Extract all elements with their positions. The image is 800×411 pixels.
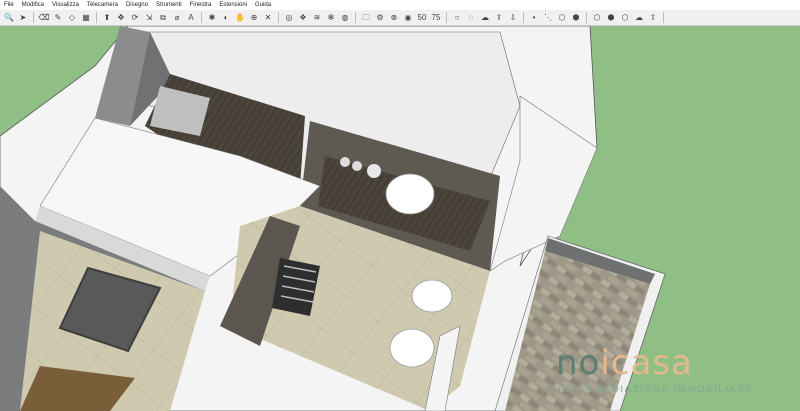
- jar: [340, 157, 350, 167]
- pencil-icon[interactable]: ✎: [53, 12, 64, 23]
- offset-icon[interactable]: ⧉: [158, 12, 169, 23]
- axes-icon[interactable]: ✱: [207, 12, 218, 23]
- toilet: [411, 279, 453, 313]
- text-icon[interactable]: A: [186, 12, 197, 23]
- move-icon[interactable]: ✥: [116, 12, 127, 23]
- cloud-arrow-icon[interactable]: ⇧: [648, 12, 659, 23]
- agency-tagline: INTERMEDIAZIONE IMMOBILIARE: [558, 384, 754, 395]
- line-icon[interactable]: ⋱: [543, 12, 554, 23]
- extension-icon[interactable]: ❖: [298, 12, 309, 23]
- pan-icon[interactable]: ✋: [235, 12, 246, 23]
- menu-guida[interactable]: Guida: [251, 0, 275, 10]
- hexagon-outline-icon[interactable]: ⬡: [592, 12, 603, 23]
- close-icon[interactable]: ⊗: [389, 12, 400, 23]
- toolbar-separator: [586, 12, 587, 23]
- layers-icon[interactable]: ≋: [312, 12, 323, 23]
- toolbar-separator: [523, 12, 524, 23]
- jar: [352, 161, 362, 171]
- cube-icon[interactable]: ⬢: [606, 12, 617, 23]
- cloud-download-icon[interactable]: ⇩: [508, 12, 519, 23]
- toolbar-separator: [446, 12, 447, 23]
- toolbar-separator: [96, 12, 97, 23]
- folder-icon[interactable]: 🗀: [361, 12, 372, 23]
- fifty-icon[interactable]: 50: [417, 12, 428, 23]
- menu-visualizza[interactable]: Visualizza: [48, 0, 83, 10]
- warehouse-icon[interactable]: ◎: [284, 12, 295, 23]
- gear-icon[interactable]: ⚙: [375, 12, 386, 23]
- toolbar-separator: [33, 12, 34, 23]
- toolbar-separator: [663, 12, 664, 23]
- menu-finestra[interactable]: Finestra: [186, 0, 216, 10]
- bidet: [389, 328, 435, 368]
- ring-icon[interactable]: ◌: [466, 12, 477, 23]
- menu-file[interactable]: File: [0, 0, 18, 10]
- hexagon-gear-icon[interactable]: ⬢: [571, 12, 582, 23]
- agency-logo: noicasa: [556, 343, 693, 383]
- main-toolbar: 🔍 ➤ ⌫ ✎ ◇ ▦ ⬆ ✥ ⟳ ⇲ ⧉ ⌀ A ✱ ◐ ✋ ⊕ ✕ ◎ ❖ ≋ ✻ ◍ 🗀 ⚙ ⊗ ◉ 50 75 ○ ◌ ☁ ⇪ ⇩ • ⋱ ⬡ ⬢…: [0, 10, 800, 26]
- dot-icon[interactable]: •: [529, 12, 540, 23]
- zoom-extents-icon[interactable]: ✕: [263, 12, 274, 23]
- zoom-icon[interactable]: ⊕: [249, 12, 260, 23]
- sink: [385, 173, 435, 215]
- push-pull-icon[interactable]: ⬆: [102, 12, 113, 23]
- menu-estensioni[interactable]: Estensioni: [215, 0, 251, 10]
- 3d-viewport[interactable]: noicasa INTERMEDIAZIONE IMMOBILIARE: [0, 26, 800, 411]
- toolbar-separator: [278, 12, 279, 23]
- menu-telecamera[interactable]: Telecamera: [83, 0, 122, 10]
- profile-icon[interactable]: ◉: [403, 12, 414, 23]
- components-icon[interactable]: ◍: [340, 12, 351, 23]
- toolbar-separator: [201, 12, 202, 23]
- scale-icon[interactable]: ⇲: [144, 12, 155, 23]
- agency-watermark: noicasa INTERMEDIAZIONE IMMOBILIARE: [556, 344, 786, 400]
- menu-strumenti[interactable]: Strumenti: [152, 0, 186, 10]
- hexagon-icon[interactable]: ⬡: [557, 12, 568, 23]
- shape-icon[interactable]: ◇: [67, 12, 78, 23]
- cloud-upload-icon[interactable]: ⇪: [494, 12, 505, 23]
- circle-outline-icon[interactable]: ○: [452, 12, 463, 23]
- style-icon[interactable]: ✻: [326, 12, 337, 23]
- orbit-icon[interactable]: ◐: [221, 12, 232, 23]
- eraser-icon[interactable]: ⌫: [38, 12, 49, 23]
- paint-bucket-icon[interactable]: ▦: [81, 12, 92, 23]
- flower-pot: [367, 164, 381, 178]
- menu-bar: File Modifica Visualizza Telecamera Dise…: [0, 0, 800, 10]
- select-arrow-icon[interactable]: ➤: [18, 12, 29, 23]
- menu-disegno[interactable]: Disegno: [122, 0, 152, 10]
- search-icon[interactable]: 🔍: [4, 12, 15, 23]
- rotate-icon[interactable]: ⟳: [130, 12, 141, 23]
- tape-measure-icon[interactable]: ⌀: [172, 12, 183, 23]
- cloud-sync-icon[interactable]: ☁: [634, 12, 645, 23]
- toolbar-separator: [355, 12, 356, 23]
- cloud-icon[interactable]: ☁: [480, 12, 491, 23]
- seventy-five-icon[interactable]: 75: [431, 12, 442, 23]
- menu-modifica[interactable]: Modifica: [18, 0, 48, 10]
- hexagon-dots-icon[interactable]: ⬡: [620, 12, 631, 23]
